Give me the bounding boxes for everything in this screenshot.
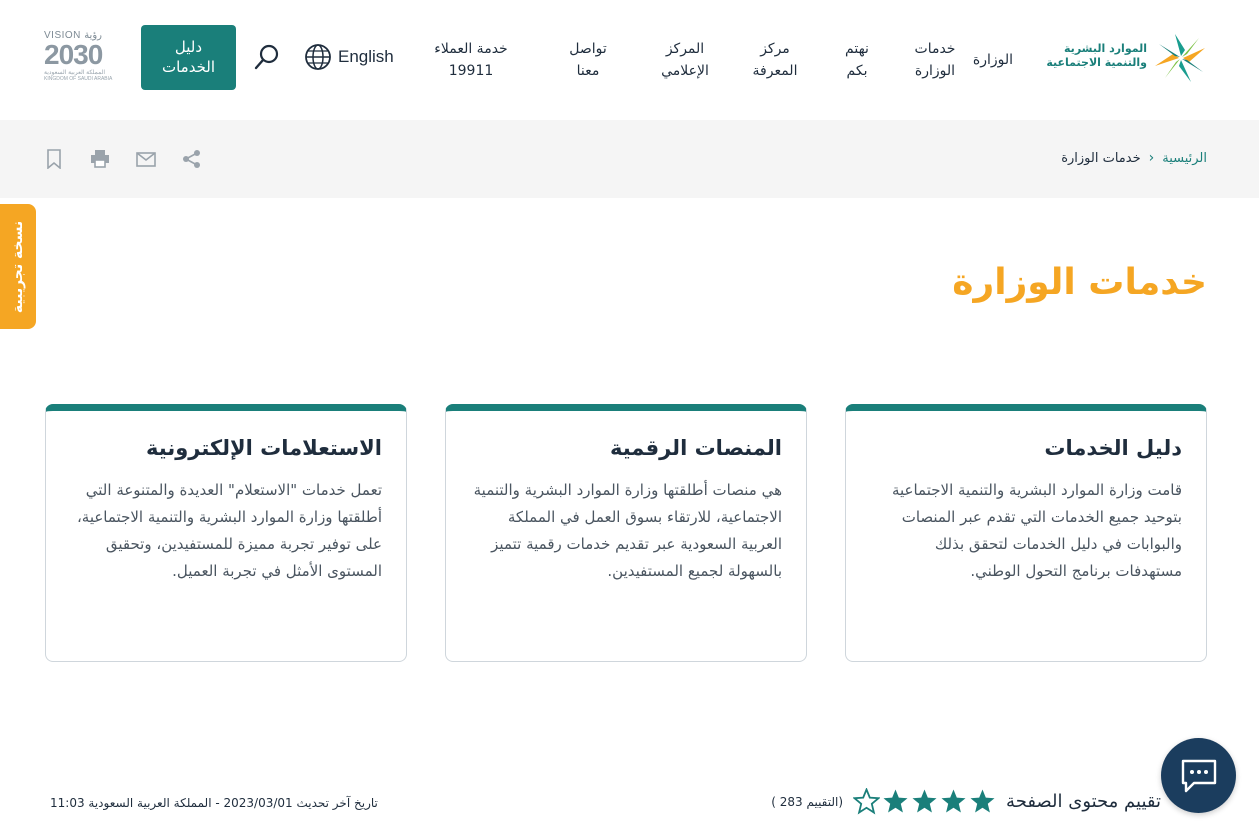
nav-item-ministry[interactable]: الوزارة	[967, 49, 1019, 71]
search-button[interactable]	[252, 42, 282, 72]
search-icon	[254, 44, 279, 70]
card-description: هي منصات أطلقتها وزارة الموارد البشرية و…	[473, 481, 782, 580]
card-title: المنصات الرقمية	[609, 436, 782, 460]
main-nav: الوزارة خدمات الوزارة نهتم بكم مركز المعرفة…	[421, 36, 1019, 84]
nav-item-contact-us[interactable]: تواصل معنا	[555, 38, 621, 82]
bookmark-icon[interactable]	[44, 149, 64, 169]
star-icon[interactable]	[882, 788, 909, 815]
card-title: دليل الخدمات	[1044, 436, 1182, 460]
mail-icon[interactable]	[136, 149, 156, 169]
ministry-logo-mark-icon	[1155, 34, 1205, 82]
nav-item-media-center[interactable]: المركز الإعلامي	[649, 38, 721, 82]
nav-item-we-care[interactable]: نهتم بكم	[825, 38, 889, 82]
star-icon[interactable]	[969, 788, 996, 815]
nav-item-customer-service[interactable]: خدمة العملاء 19911	[421, 38, 521, 82]
globe-icon	[305, 44, 331, 70]
breadcrumb-home[interactable]: الرئيسية	[1162, 151, 1207, 166]
chevron-left-icon: ‹	[1148, 150, 1155, 166]
beta-version-tab[interactable]: نسخة تجريبية	[0, 204, 36, 329]
share-icon[interactable]	[182, 149, 202, 169]
chat-icon	[1181, 759, 1217, 793]
page-title: خدمات الوزارة	[952, 262, 1207, 303]
breadcrumb-current: خدمات الوزارة	[1061, 150, 1141, 166]
card-description: تعمل خدمات "الاستعلام" العديدة والمتنوعة…	[76, 481, 382, 580]
card-description: قامت وزارة الموارد البشرية والتنمية الاج…	[891, 481, 1182, 580]
last-updated: تاريخ آخر تحديث 2023/03/01 - المملكة الع…	[50, 796, 378, 810]
nav-item-knowledge-center[interactable]: مركز المعرفة	[739, 38, 811, 82]
star-icon[interactable]	[853, 788, 881, 815]
language-label: English	[338, 47, 394, 66]
site-header: الموارد البشرية والتنمية الاجتماعية الوز…	[0, 0, 1259, 120]
card-digital-platforms[interactable]: المنصات الرقمية هي منصات أطلقتها وزارة ا…	[445, 404, 807, 662]
breadcrumb: الرئيسية ‹ خدمات الوزارة	[1061, 150, 1207, 166]
card-electronic-inquiries[interactable]: الاستعلامات الإلكترونية تعمل خدمات "الاس…	[45, 404, 407, 662]
ministry-logo[interactable]: الموارد البشرية والتنمية الاجتماعية	[1041, 30, 1209, 86]
language-switch[interactable]: English	[304, 42, 404, 72]
rating-stars	[853, 788, 996, 815]
card-title: الاستعلامات الإلكترونية	[146, 436, 382, 460]
rating-count: (التقييم 283 )	[771, 794, 844, 809]
chat-button[interactable]	[1161, 738, 1236, 813]
page-rating: تقييم محتوى الصفحة (التقييم 283 )	[771, 788, 1161, 815]
star-icon[interactable]	[911, 788, 938, 815]
star-icon[interactable]	[940, 788, 967, 815]
nav-item-ministry-services[interactable]: خدمات الوزارة	[903, 38, 967, 82]
vision-2030-logo[interactable]: VISION رؤية 2030 المملكة العربية السعودي…	[44, 30, 128, 88]
print-icon[interactable]	[90, 149, 110, 169]
rating-label: تقييم محتوى الصفحة	[1006, 791, 1161, 812]
card-services-guide[interactable]: دليل الخدمات قامت وزارة الموارد البشرية …	[845, 404, 1207, 662]
logo-text: الموارد البشرية والتنمية الاجتماعية	[1046, 42, 1147, 69]
page-tools	[44, 149, 202, 169]
services-guide-button[interactable]: دليل الخدمات	[141, 25, 236, 90]
breadcrumb-bar: الرئيسية ‹ خدمات الوزارة	[0, 120, 1259, 198]
